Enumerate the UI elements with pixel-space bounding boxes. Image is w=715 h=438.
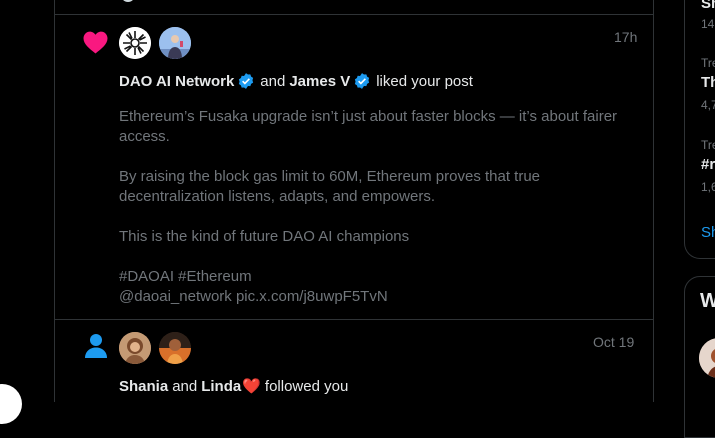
sidebar-trends-card (684, 0, 715, 259)
notification-summary: Shania and Linda ❤️ followed you (119, 377, 349, 396)
actor-name[interactable]: DAO AI Network (119, 73, 234, 90)
action-text: followed you (264, 377, 349, 395)
verified-badge-icon (353, 72, 371, 90)
trend-label: Tre (701, 138, 715, 152)
post-preview[interactable]: Ethereum’s Fusaka upgrade isn’t just abo… (119, 107, 619, 307)
avatar-linda[interactable] (159, 332, 191, 364)
action-text: liked your post (376, 72, 473, 90)
connector-text: and (260, 72, 286, 90)
notification-separator (54, 14, 654, 15)
actor-name[interactable]: Linda (201, 378, 241, 395)
who-to-follow-title: W (700, 290, 715, 312)
timeline-right-border (653, 0, 654, 402)
trend-label: Tre (701, 56, 715, 70)
floating-action-button[interactable] (0, 384, 22, 424)
red-heart-emoji: ❤️ (242, 378, 261, 395)
trend-title: #r (701, 156, 715, 173)
timeline-left-border (54, 0, 55, 402)
notification-separator (54, 319, 654, 320)
trend-title: Th (701, 74, 715, 91)
notification-time[interactable]: Oct 19 (593, 334, 634, 350)
sidebar-partial-count: 14 (701, 17, 715, 31)
post-paragraph: #DAOAI #Ethereum @daoai_network pic.x.co… (119, 268, 388, 305)
show-more-link[interactable]: Sh (701, 224, 715, 241)
verified-badge-icon (237, 72, 255, 90)
post-paragraph: By raising the block gas limit to 60M, E… (119, 168, 541, 205)
heart-icon (82, 30, 109, 59)
trend-count: 1,6 (701, 180, 715, 194)
actor-name[interactable]: Shania (119, 378, 168, 395)
notification-time[interactable]: 17h (614, 29, 637, 45)
person-icon (84, 333, 108, 364)
notification-summary: DAO AI Network and James V liked your po… (119, 72, 473, 90)
post-paragraph: This is the kind of future DAO AI champi… (119, 228, 410, 245)
post-paragraph: Ethereum’s Fusaka upgrade isn’t just abo… (119, 108, 618, 145)
avatar-shania[interactable] (119, 332, 151, 364)
avatar-james-v[interactable] (159, 27, 191, 59)
avatar-dao-ai-network[interactable] (119, 27, 151, 59)
connector-text: and (172, 377, 198, 395)
actor-name[interactable]: James V (289, 73, 350, 90)
previous-avatar-fragment (121, 0, 135, 2)
trend-count: 4,7 (701, 98, 715, 112)
sidebar-partial-title[interactable]: Sh (701, 0, 715, 12)
